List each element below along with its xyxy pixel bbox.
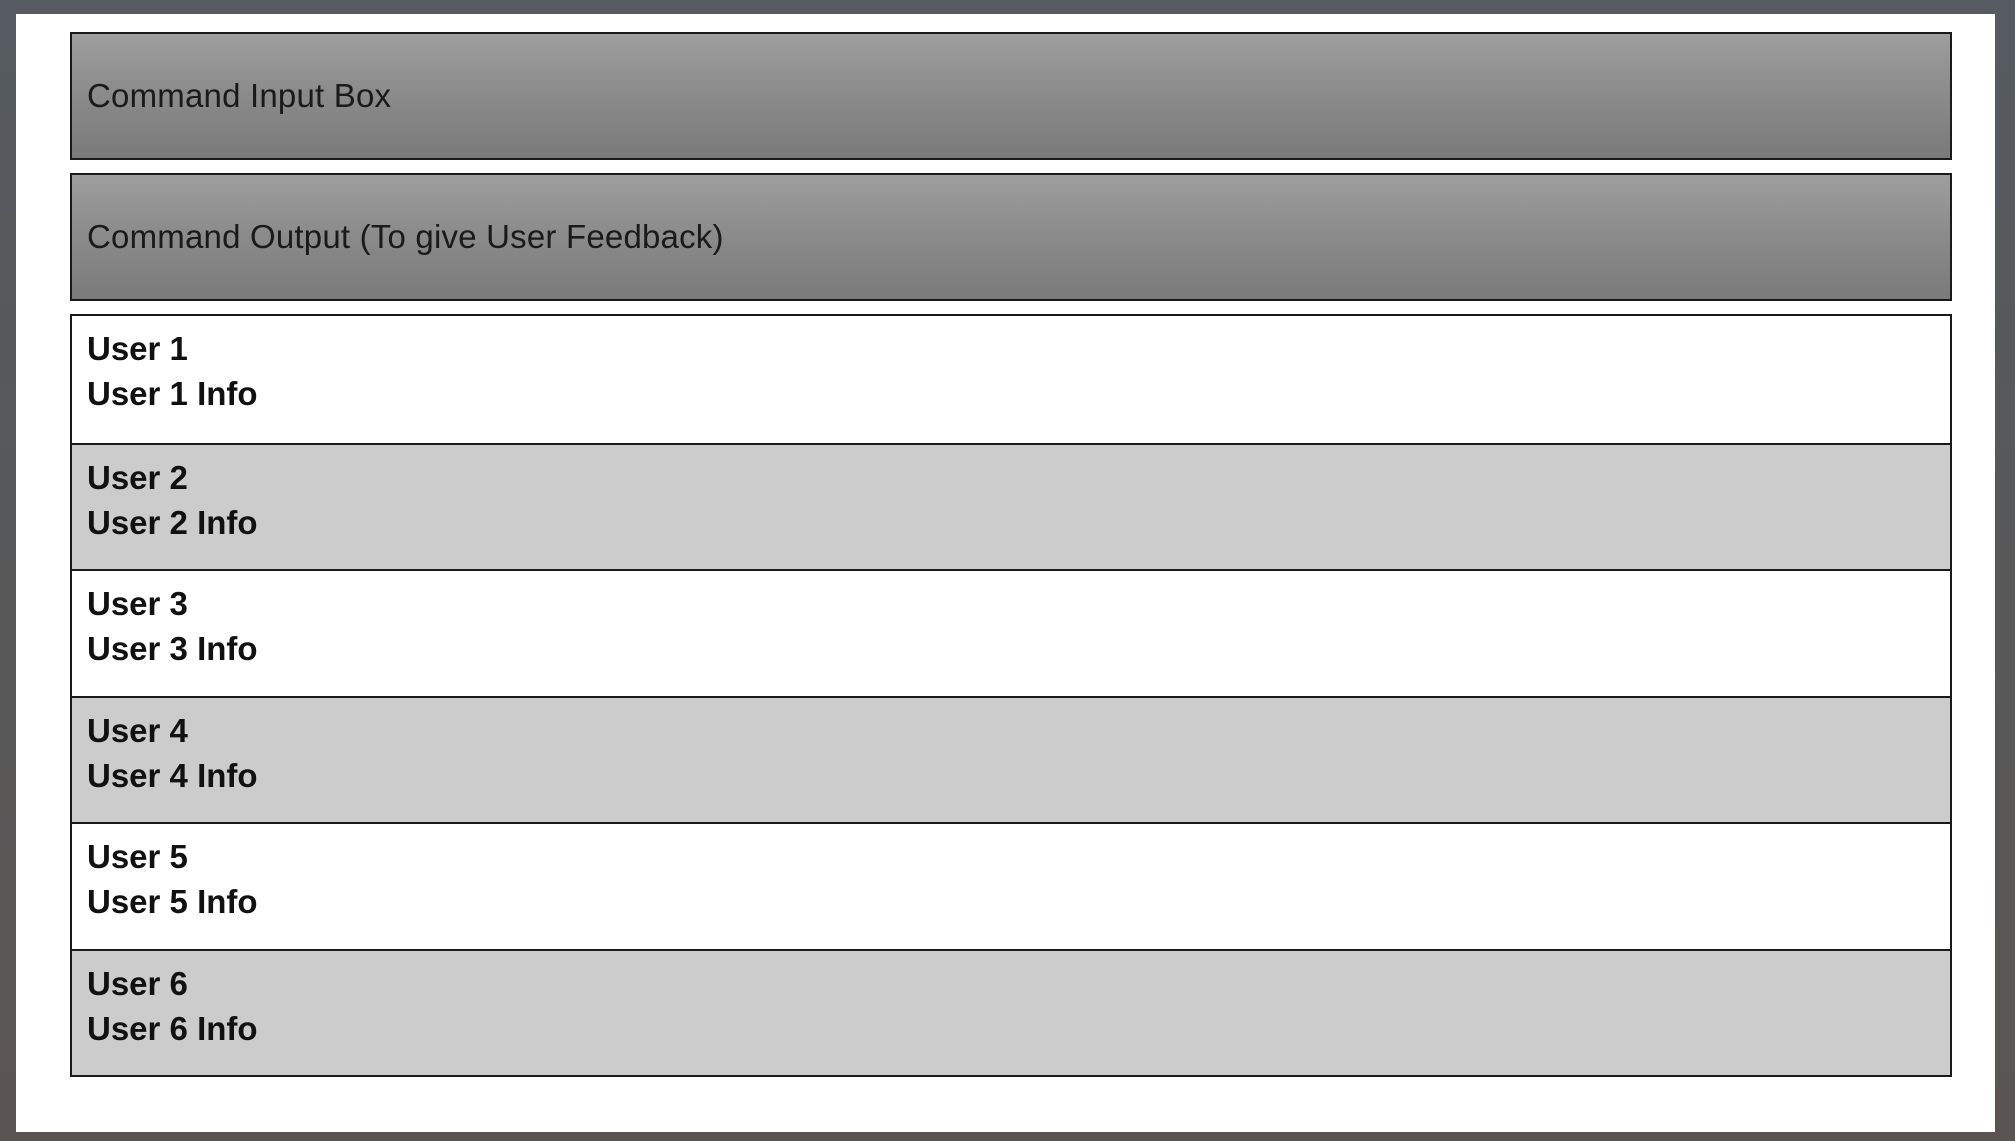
user-row-3[interactable]: User 3 User 3 Info: [72, 569, 1950, 696]
command-output-box: Command Output (To give User Feedback): [70, 173, 1952, 301]
mockup-canvas: Command Input Box Command Output (To giv…: [16, 14, 1995, 1132]
user-info: User 2 Info: [87, 503, 258, 541]
user-info: User 3 Info: [87, 630, 258, 667]
user-name: User 4: [87, 711, 188, 749]
user-info: User 6 Info: [87, 1009, 258, 1047]
user-info: User 5 Info: [87, 883, 258, 920]
user-row-6[interactable]: User 6 User 6 Info: [72, 948, 1950, 1075]
user-name: User 3: [87, 585, 188, 622]
user-row-5[interactable]: User 5 User 5 Info: [72, 822, 1950, 949]
user-name: User 2: [87, 458, 188, 496]
user-name: User 5: [87, 838, 188, 875]
command-input-box[interactable]: Command Input Box: [70, 32, 1952, 160]
user-name: User 1: [87, 330, 188, 367]
user-row-1[interactable]: User 1 User 1 Info: [72, 316, 1950, 443]
user-info: User 4 Info: [87, 756, 258, 794]
user-name: User 6: [87, 964, 188, 1002]
user-row-2[interactable]: User 2 User 2 Info: [72, 442, 1950, 569]
command-input-label: Command Input Box: [87, 77, 392, 114]
user-info: User 1 Info: [87, 375, 258, 412]
command-output-label: Command Output (To give User Feedback): [87, 218, 724, 255]
user-row-4[interactable]: User 4 User 4 Info: [72, 695, 1950, 822]
user-list: User 1 User 1 Info User 2 User 2 Info Us…: [70, 314, 1952, 1077]
